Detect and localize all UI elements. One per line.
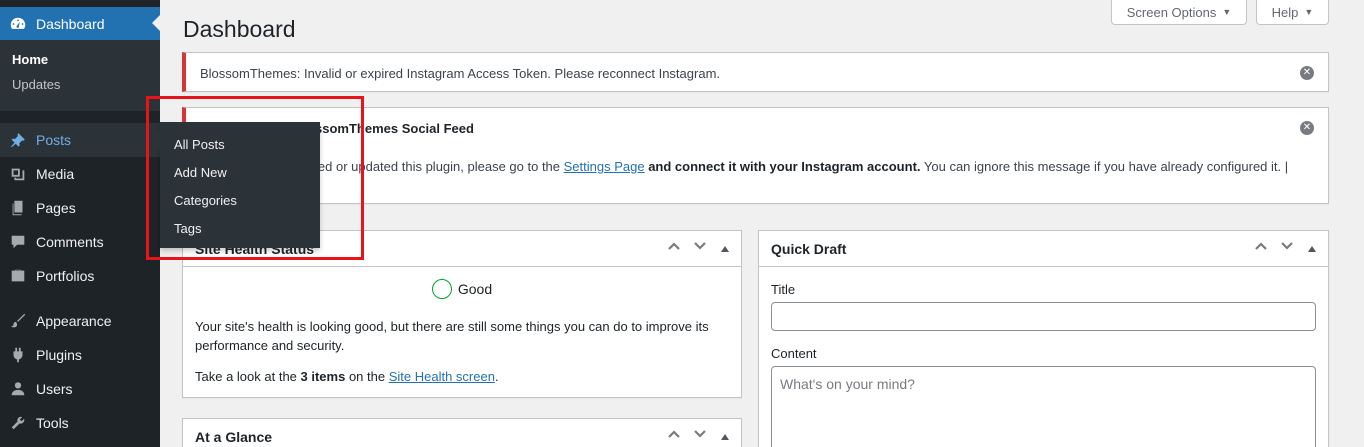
sidebar-item-label: Pages	[36, 200, 76, 216]
items-count: 3 items	[300, 369, 346, 384]
move-down-icon[interactable]	[693, 427, 706, 444]
toggle-panel-icon[interactable]	[719, 429, 731, 443]
user-icon	[0, 380, 36, 398]
quick-draft-widget: Quick Draft Title Content What's on your…	[758, 230, 1329, 447]
widget-controls	[667, 239, 731, 256]
toggle-panel-icon[interactable]	[1306, 241, 1318, 255]
notice-title: ssomThemes Social Feed	[315, 121, 474, 136]
settings-page-link[interactable]: Settings Page	[564, 159, 645, 174]
sidebar-item-label: Dashboard	[36, 16, 105, 32]
dashboard-icon	[0, 15, 36, 33]
brush-icon	[0, 312, 36, 330]
sidebar-item-label: Media	[36, 166, 75, 182]
sidebar-item-tools[interactable]: Tools	[0, 406, 160, 440]
current-menu-arrow	[152, 15, 160, 31]
plugin-icon	[0, 346, 36, 364]
notice-body-text: You can ignore this message if you have …	[920, 159, 1289, 174]
caret-down-icon: ▼	[1222, 7, 1232, 17]
health-description: Your site's health is looking good, but …	[195, 319, 709, 353]
sidebar-item-media[interactable]: Media	[0, 157, 160, 191]
submenu-item-home[interactable]: Home	[0, 47, 160, 72]
sidebar-item-plugins[interactable]: Plugins	[0, 338, 160, 372]
text: .	[494, 369, 499, 384]
text: on the	[345, 369, 389, 384]
text: Take a look at the	[195, 369, 301, 384]
widget-controls	[1254, 239, 1318, 256]
notice-social-feed: ssomThemes Social Feed ✕ led or updated …	[182, 107, 1329, 204]
page-title: Dashboard	[183, 16, 296, 42]
sidebar-item-label: Portfolios	[36, 268, 95, 284]
sidebar-item-label: Comments	[36, 234, 104, 250]
sidebar-item-users[interactable]: Users	[0, 372, 160, 406]
flyout-item-categories[interactable]: Categories	[160, 187, 320, 215]
move-down-icon[interactable]	[693, 239, 706, 256]
media-icon	[0, 165, 36, 183]
title-field-label: Title	[771, 282, 796, 297]
pin-icon	[0, 131, 36, 149]
health-progress-icon	[431, 279, 452, 299]
move-down-icon[interactable]	[1280, 239, 1293, 256]
sidebar-item-dashboard[interactable]: Dashboard	[0, 7, 160, 41]
flyout-arrow	[152, 132, 160, 148]
portfolio-icon	[0, 267, 36, 285]
sidebar-item-label: Tools	[36, 415, 69, 431]
dashboard-submenu: Home Updates	[0, 40, 160, 111]
sidebar-item-comments[interactable]: Comments	[0, 225, 160, 259]
move-up-icon[interactable]	[667, 427, 680, 444]
sidebar-item-label: Plugins	[36, 347, 82, 363]
sidebar-item-portfolios[interactable]: Portfolios	[0, 259, 160, 293]
flyout-item-add-new[interactable]: Add New	[160, 159, 320, 187]
help-label: Help	[1271, 4, 1299, 20]
notice-body-text: led or updated this plugin, please go to…	[315, 159, 564, 174]
notice-body-bold: and connect it with your Instagram accou…	[644, 159, 921, 174]
at-a-glance-widget: At a Glance	[182, 418, 742, 447]
widget-header: Quick Draft	[759, 231, 1328, 267]
pages-icon	[0, 199, 36, 217]
wrench-icon	[0, 414, 36, 432]
move-up-icon[interactable]	[667, 239, 680, 256]
widget-header: At a Glance	[183, 419, 741, 447]
sidebar-item-posts[interactable]: Posts	[0, 123, 160, 157]
draft-title-input[interactable]	[771, 302, 1316, 331]
site-health-widget: Site Health Status Good Your site's heal…	[182, 230, 742, 398]
flyout-item-tags[interactable]: Tags	[160, 215, 320, 243]
toggle-panel-icon[interactable]	[719, 241, 731, 255]
dismiss-icon[interactable]: ✕	[1300, 121, 1314, 135]
sidebar-item-pages[interactable]: Pages	[0, 191, 160, 225]
notice-message: BlossomThemes: Invalid or expired Instag…	[200, 66, 721, 81]
health-status-label: Good	[457, 281, 493, 297]
sidebar-item-label: Posts	[36, 132, 72, 148]
sidebar-item-appearance[interactable]: Appearance	[0, 304, 160, 338]
sidebar-item-label: Appearance	[36, 313, 112, 329]
widget-controls	[667, 427, 731, 444]
sidebar-item-label: Users	[36, 381, 73, 397]
content-field-label: Content	[771, 346, 817, 361]
health-status: Good	[183, 279, 741, 299]
screen-options-button[interactable]: Screen Options ▼	[1111, 0, 1247, 25]
flyout-item-all-posts[interactable]: All Posts	[160, 131, 320, 159]
notice-body: led or updated this plugin, please go to…	[315, 159, 1288, 174]
comments-icon	[0, 233, 36, 251]
caret-down-icon: ▼	[1304, 7, 1314, 17]
move-up-icon[interactable]	[1254, 239, 1267, 256]
widget-title: Quick Draft	[771, 241, 847, 257]
admin-sidebar: Dashboard Home Updates Posts Media Pages…	[0, 0, 160, 447]
health-items-text: Take a look at the 3 items on the Site H…	[195, 369, 499, 384]
widget-title: At a Glance	[195, 429, 273, 445]
posts-flyout-menu: All Posts Add New Categories Tags	[160, 122, 320, 248]
submenu-item-updates[interactable]: Updates	[0, 72, 160, 97]
dismiss-icon[interactable]: ✕	[1300, 66, 1314, 80]
content-placeholder: What's on your mind?	[780, 376, 915, 392]
help-button[interactable]: Help ▼	[1256, 0, 1329, 25]
site-health-link[interactable]: Site Health screen	[389, 369, 495, 384]
draft-content-textarea[interactable]: What's on your mind?	[771, 366, 1316, 447]
notice-instagram-token: BlossomThemes: Invalid or expired Instag…	[182, 52, 1329, 92]
screen-options-label: Screen Options	[1126, 4, 1217, 20]
